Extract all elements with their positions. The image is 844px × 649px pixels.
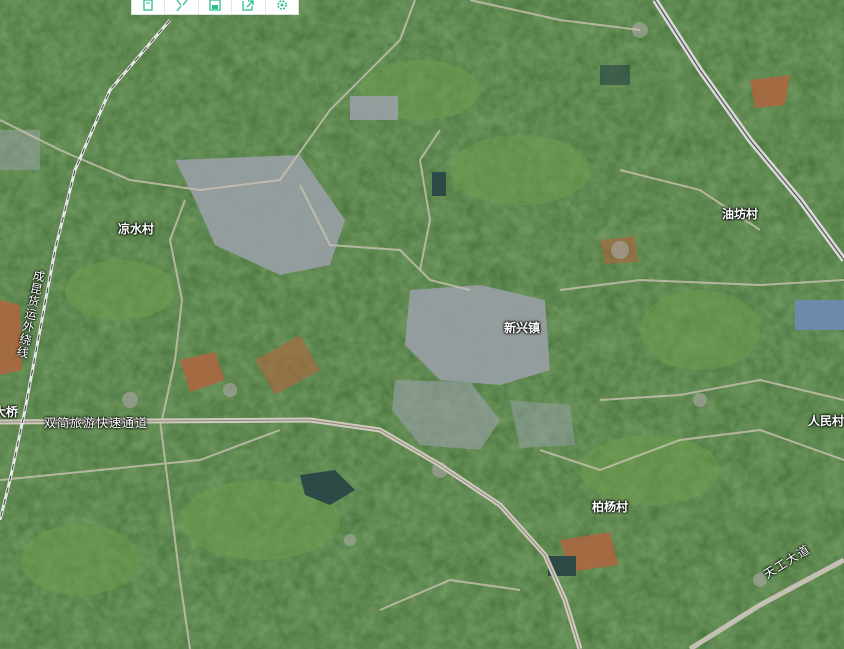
label-baiyang-village: 柏杨村 bbox=[592, 500, 629, 514]
label-renmin-partial: 人民村 bbox=[808, 414, 844, 428]
save-tool-icon bbox=[209, 0, 221, 11]
label-liangshui-village: 凉水村 bbox=[118, 222, 155, 236]
label-shuangjian-expressway: 双简旅游快速通道 bbox=[44, 416, 149, 430]
fullscreen-tool-icon bbox=[176, 0, 188, 12]
settings-gear-icon bbox=[277, 0, 287, 10]
layers-tool-icon bbox=[143, 0, 153, 11]
export-tool-icon bbox=[242, 0, 255, 11]
save-tool-button[interactable] bbox=[199, 0, 233, 14]
label-bridge-partial: 大桥 bbox=[0, 405, 18, 419]
layers-tool-button[interactable] bbox=[132, 0, 166, 14]
satellite-map[interactable]: 凉水村 油坊村 新兴镇 柏杨村 人民村 大桥 双简旅游快速通道 成昆货运外绕线 … bbox=[0, 0, 844, 649]
settings-tool-button[interactable] bbox=[266, 0, 298, 14]
label-youfang-village: 油坊村 bbox=[722, 207, 759, 221]
fullscreen-tool-button[interactable] bbox=[165, 0, 199, 14]
export-tool-button[interactable] bbox=[232, 0, 266, 14]
satellite-imagery bbox=[0, 0, 844, 649]
map-toolbar bbox=[131, 0, 299, 15]
label-xinxing-town: 新兴镇 bbox=[504, 321, 541, 335]
